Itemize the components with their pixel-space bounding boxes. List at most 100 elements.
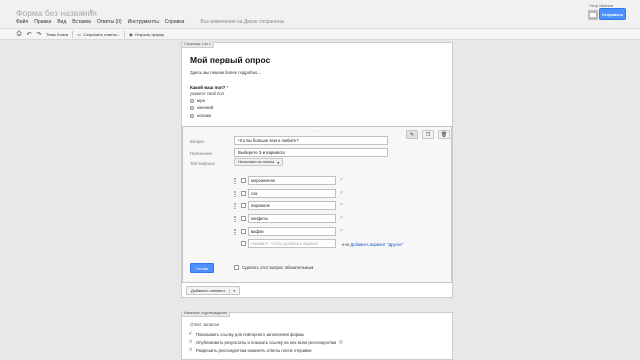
option-input[interactable]: мороженное [248,176,336,185]
confirmation-option-label: Показывать ссылку для повторного заполне… [196,331,304,337]
add-item-button[interactable]: Добавить элемент ▾ [186,286,241,295]
checkbox [241,191,246,196]
confirmation-option[interactable]: □ Разрешить респондентам изменять ответы … [188,347,312,353]
option-row: сок × [234,189,346,199]
remove-option-icon[interactable]: × [340,228,343,234]
required-checkbox[interactable] [234,265,239,270]
menu-help[interactable]: Справка [165,19,185,25]
help-text-label: Пояснение [190,151,212,156]
folder-icon[interactable]: ■ [89,9,93,16]
remove-option-icon[interactable]: × [340,215,343,221]
duplicate-icon[interactable]: ❐ [422,130,434,139]
radio-label: незнаю [197,113,212,118]
done-button[interactable]: Готово [190,263,214,273]
radio-button[interactable] [190,105,194,110]
chevron-down-icon[interactable]: ▾ [229,288,235,293]
checkbox [241,229,246,234]
remove-option-icon[interactable]: × [340,202,343,208]
pencil-icon[interactable]: ✎ [406,130,418,139]
question-title[interactable]: Какой ваш пол? * [190,85,228,90]
undo-icon[interactable]: ↶ [26,31,32,38]
star-icon[interactable]: ☆ [81,9,86,16]
option-input[interactable]: конфеты [248,214,336,223]
option-input[interactable]: сок [248,189,336,198]
comments-icon[interactable] [588,10,598,20]
menu-view[interactable]: Вид [57,19,66,25]
add-other-option: или Добавить вариант "Другое" [342,242,403,247]
checkbox [241,178,246,183]
save-responses-icon: ▭ [77,31,82,37]
confirmation-option[interactable]: ✓ Показывать ссылку для повторного заполн… [188,331,304,337]
add-other-prefix: или [342,242,350,247]
drag-handle-icon[interactable] [234,216,236,222]
option-input[interactable]: пирожное [248,201,336,210]
drag-handle-icon[interactable]: :::: [313,128,317,133]
drag-handle-icon[interactable] [234,203,236,209]
add-item-label: Добавить элемент [191,288,226,293]
radio-option[interactable]: незнаю [190,113,211,118]
menu-file[interactable]: Файл [16,19,28,25]
title-icons: ☆ ■ [81,9,93,16]
radio-label: женский [197,105,214,110]
checkmark-icon[interactable]: ✓ [188,331,193,337]
new-option-input[interactable]: Нажмите, чтобы добавить вариант [248,239,336,248]
new-option-row: Нажмите, чтобы добавить вариант [234,239,346,249]
page-indicator: Страница 1 из 1 [181,42,214,48]
form-title[interactable]: Мой первый опрос [190,55,270,65]
menu-tools[interactable]: Инструменты [128,19,159,25]
option-row: вафли × [234,227,346,237]
menu-edit[interactable]: Правка [34,19,51,25]
send-button[interactable]: Отправить [599,8,626,20]
theme-button[interactable]: Темы Бланк [46,32,68,37]
confirmation-tab[interactable]: Изменить подтверждение [181,311,231,317]
question-input[interactable]: Что вы больше всего любите? [234,136,388,145]
radio-option[interactable]: женский [190,105,213,110]
checkbox [241,216,246,221]
toolbar-divider [72,30,74,38]
drag-handle-icon[interactable] [234,191,236,197]
toolbar-divider [124,30,126,38]
radio-button[interactable] [190,98,194,103]
required-label: Сделать этот вопрос обязательным [242,265,314,270]
confirmation-message[interactable]: Ответ записан [190,322,219,327]
checkbox [241,203,246,208]
question-help: укажите свой пол [190,91,224,96]
drag-handle-icon[interactable] [234,178,236,184]
theme-label: Темы Бланк [46,31,69,37]
print-icon[interactable]: ⎙ [16,31,22,38]
drag-handle-icon[interactable] [234,229,236,235]
question-label: Вопрос [190,139,205,144]
confirmation-option-label: Разрешить респондентам изменять ответы п… [196,347,312,353]
unchecked-box[interactable]: □ [188,347,193,353]
option-input[interactable]: вафли [248,227,336,236]
question-type-label: Тип вопроса [190,161,215,166]
confirmation-option[interactable]: □ Опубликовать результаты и показать ссыл… [188,339,344,345]
menu-insert[interactable]: Вставка [72,19,91,25]
add-other-link[interactable]: Добавить вариант "Другое" [350,242,403,247]
radio-button[interactable] [190,113,194,118]
required-toggle[interactable]: Сделать этот вопрос обязательным [234,265,313,270]
option-row: пирожное × [234,201,346,211]
form-description[interactable]: Здесь мы пишем более подробно... [190,70,261,75]
required-mark: * [226,85,229,90]
remove-option-icon[interactable]: × [340,177,343,183]
trash-icon[interactable]: 🗑 [438,130,450,139]
question-type-value: Несколько из списка [238,160,275,164]
help-text-input[interactable]: Выберете 3-и варианта [234,148,388,157]
radio-option[interactable]: муж [190,98,205,103]
editor-tools: ✎ ❐ 🗑 [406,130,450,139]
menu-bar: Файл Правка Вид Вставка Ответы (0) Инстр… [16,19,284,25]
unchecked-box[interactable]: □ [188,339,193,345]
menu-responses[interactable]: Ответы (0) [97,19,122,25]
help-icon[interactable]: ? [339,340,344,344]
question-type-select[interactable]: Несколько из списка ▾ [234,158,284,166]
remove-option-icon[interactable]: × [340,190,343,196]
checkbox [241,241,246,246]
view-form-button[interactable]: ◉ Открыть форму [129,32,164,37]
toolbar: ⎙ ↶ ↷ Темы Бланк ▭ Сохранять ответы... ◉ О… [0,28,640,40]
redo-icon[interactable]: ↷ [36,31,42,38]
view-form-icon: ◉ [129,31,133,37]
save-responses-button[interactable]: ▭ Сохранять ответы... [77,32,120,37]
radio-label: муж [197,98,205,103]
chevron-down-icon: ▾ [277,160,280,165]
